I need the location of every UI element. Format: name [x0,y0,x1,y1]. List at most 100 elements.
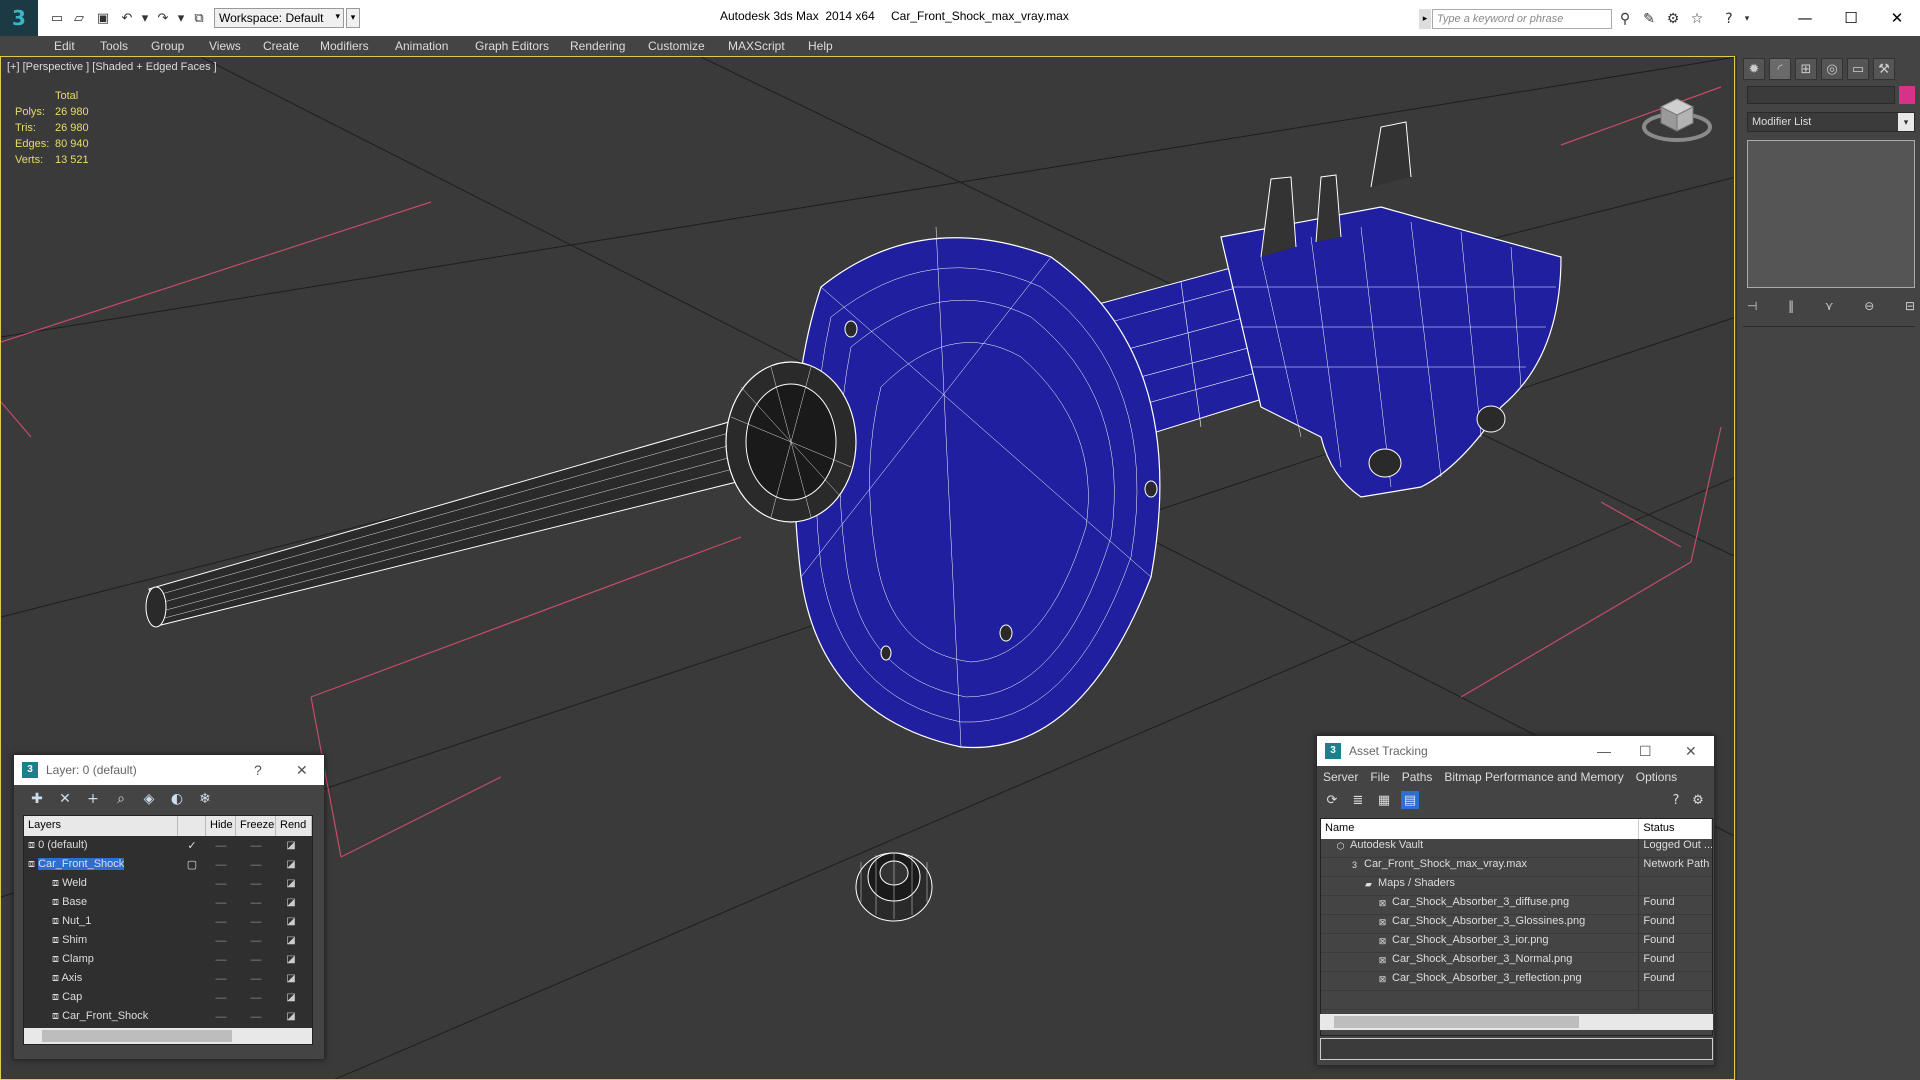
delete-layer-icon[interactable]: ✕ [56,790,74,808]
hide-toggle[interactable]: — [206,897,236,909]
thumbnail-view-icon[interactable]: ▦ [1375,791,1393,809]
freeze-toggle[interactable]: — [236,992,276,1004]
context-help-icon[interactable]: ⚙ [1689,791,1707,809]
col-name[interactable]: Name [1321,819,1640,839]
current-layer-toggle[interactable]: ▢ [178,858,206,871]
col-layers[interactable]: Layers [24,816,178,836]
object-name-field[interactable] [1747,86,1895,104]
new-file-icon[interactable]: ▭ [48,9,66,27]
asset-menu-paths[interactable]: Paths [1402,770,1433,784]
layer-name[interactable]: 0 (default) [38,839,88,851]
asset-menu-file[interactable]: File [1370,770,1389,784]
asset-row[interactable]: ⊠ Car_Shock_Absorber_3_diffuse.png Found [1321,896,1712,915]
make-unique-icon[interactable]: ⋎ [1825,299,1834,313]
menu-modifiers[interactable]: Modifiers [320,39,369,53]
render-teapot-icon[interactable]: ◪ [276,973,306,984]
motion-tab-icon[interactable]: ◎ [1821,58,1843,80]
viewcube-icon[interactable] [1641,85,1713,145]
render-teapot-icon[interactable]: ◪ [276,840,306,851]
hide-toggle[interactable]: — [206,916,236,928]
refresh-icon[interactable]: ⟳ [1323,791,1341,809]
menu-maxscript[interactable]: MAXScript [728,39,785,53]
modifier-stack[interactable] [1747,140,1915,288]
menu-help[interactable]: Help [808,39,833,53]
hide-toggle[interactable]: — [206,935,236,947]
close-icon[interactable]: ✕ [296,762,308,779]
project-folder-icon[interactable]: ⧉ [190,9,208,27]
asset-menu-server[interactable]: Server [1323,770,1358,784]
utilities-tab-icon[interactable]: ⚒ [1873,58,1895,80]
layer-name[interactable]: Car_Front_Shock [38,858,125,870]
freeze-all-icon[interactable]: ❄ [196,790,214,808]
layer-name[interactable]: Shim [62,934,87,946]
hide-toggle[interactable]: — [206,1011,236,1023]
layer-name[interactable]: Car_Front_Shock [62,1010,148,1022]
asset-row[interactable]: ⊠ Car_Shock_Absorber_3_Normal.png Found [1321,953,1712,972]
layer-row[interactable]: ⧈ Base — — ◪ [24,893,312,912]
pin-stack-icon[interactable]: ⊣ [1747,299,1757,313]
hide-toggle[interactable]: — [206,859,236,871]
asset-row[interactable]: ⊠ Car_Shock_Absorber_3_ior.png Found [1321,934,1712,953]
col-hide[interactable]: Hide [206,816,236,836]
render-teapot-icon[interactable]: ◪ [276,859,306,870]
help-icon[interactable]: ? [254,762,262,778]
render-teapot-icon[interactable]: ◪ [276,1011,306,1022]
hierarchy-tab-icon[interactable]: ⊞ [1795,58,1817,80]
scrollbar-thumb[interactable] [42,1030,232,1042]
layer-row[interactable]: ⧈ Nut_1— — ◪ [24,912,312,931]
select-objects-icon[interactable]: ⌕ [112,790,130,808]
remove-modifier-icon[interactable]: ⊖ [1864,299,1874,313]
scrollbar-thumb[interactable] [1334,1016,1579,1028]
menu-animation[interactable]: Animation [395,39,448,53]
hide-all-icon[interactable]: ◐ [168,790,186,808]
freeze-toggle[interactable]: — [236,916,276,928]
minimize-icon[interactable]: — [1597,743,1611,759]
layer-dialog-titlebar[interactable]: 3 Layer: 0 (default) ? ✕ [14,755,324,785]
freeze-toggle[interactable]: — [236,935,276,947]
configure-modifier-sets-icon[interactable]: ⊟ [1905,299,1915,313]
modify-tab-icon[interactable]: ◜ [1769,58,1791,80]
menu-create[interactable]: Create [263,39,299,53]
layer-name[interactable]: Cap [62,991,82,1003]
layer-name[interactable]: Clamp [62,953,94,965]
asset-dialog-titlebar[interactable]: 3 Asset Tracking — ☐ ✕ [1317,736,1714,766]
menu-views[interactable]: Views [209,39,241,53]
help-icon[interactable]: ? [1667,791,1685,809]
layer-row[interactable]: ⧈ Car_Front_Shock — — ◪ [24,1007,312,1026]
hide-toggle[interactable]: — [206,973,236,985]
highlight-layer-icon[interactable]: ◈ [140,790,158,808]
undo-dropdown-icon[interactable]: ▾ [136,9,154,27]
hide-toggle[interactable]: — [206,878,236,890]
layer-row[interactable]: ⧈ Cap — — ◪ [24,988,312,1007]
asset-path-field[interactable] [1320,1038,1713,1060]
display-tab-icon[interactable]: ▭ [1847,58,1869,80]
binoculars-icon[interactable]: ⚲ [1616,10,1634,28]
modifier-list-dropdown[interactable]: Modifier List ▾ [1747,112,1915,132]
asset-row[interactable]: ⬡ Autodesk Vault Logged Out ... [1321,839,1712,858]
search-expand-icon[interactable]: ▸ [1419,9,1431,29]
save-icon[interactable]: ▣ [94,9,112,27]
layer-row[interactable]: ⧈ Car_Front_Shock ▢ — — ◪ [24,855,312,874]
layer-name[interactable]: Axis [61,972,82,984]
asset-row[interactable]: ⊠ Car_Shock_Absorber_3_reflection.png Foun… [1321,972,1712,991]
create-tab-icon[interactable]: ✹ [1743,58,1765,80]
add-to-layer-icon[interactable]: + [84,790,102,808]
menu-graph-editors[interactable]: Graph Editors [475,39,549,53]
quick-access-dropdown[interactable]: ▾ [346,8,360,28]
freeze-toggle[interactable]: — [236,859,276,871]
layer-row[interactable]: ⧈ Clamp — — ◪ [24,950,312,969]
layer-row[interactable]: ⧈ Weld — — ◪ [24,874,312,893]
asset-menu-bitmap[interactable]: Bitmap Performance and Memory [1444,770,1623,784]
workspace-select[interactable]: Workspace: Default ▾ [214,8,344,28]
minimize-button[interactable]: — [1782,4,1828,32]
show-end-result-icon[interactable]: ‖ [1788,299,1794,313]
freeze-toggle[interactable]: — [236,878,276,890]
render-teapot-icon[interactable]: ◪ [276,935,306,946]
freeze-toggle[interactable]: — [236,954,276,966]
close-button[interactable]: ✕ [1874,4,1920,32]
layer-name[interactable]: Weld [62,877,87,889]
horizontal-scrollbar[interactable] [24,1028,312,1044]
horizontal-scrollbar[interactable] [1320,1014,1713,1030]
communication-icon[interactable]: ⚙ [1664,10,1682,28]
create-layer-icon[interactable]: ✚ [28,790,46,808]
